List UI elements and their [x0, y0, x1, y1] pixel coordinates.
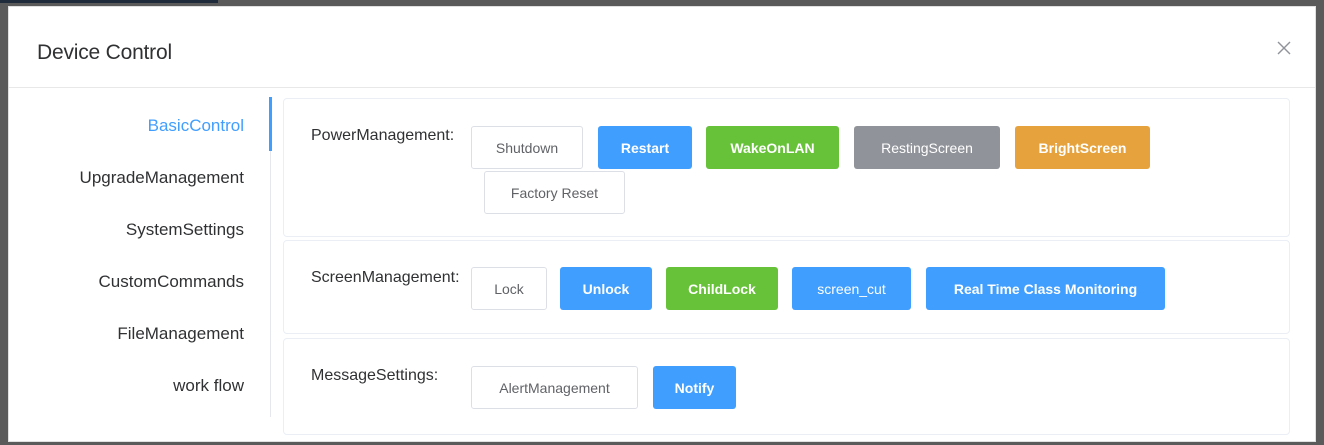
- power-management-label: PowerManagement:: [311, 127, 455, 144]
- bright-screen-button[interactable]: BrightScreen: [1015, 126, 1150, 169]
- screen-management-label: ScreenManagement:: [311, 269, 460, 286]
- shutdown-button[interactable]: Shutdown: [471, 126, 583, 169]
- background-strip: [0, 0, 218, 3]
- close-icon[interactable]: [1273, 37, 1295, 59]
- factory-reset-button[interactable]: Factory Reset: [484, 171, 625, 214]
- dialog-title: Device Control: [37, 41, 172, 64]
- lock-button[interactable]: Lock: [471, 267, 547, 310]
- sidebar-item-custom-commands[interactable]: CustomCommands: [99, 272, 245, 292]
- sidebar-divider: [270, 151, 271, 417]
- child-lock-button[interactable]: ChildLock: [666, 267, 778, 310]
- message-settings-label: MessageSettings:: [311, 367, 439, 384]
- wake-on-lan-button[interactable]: WakeOnLAN: [706, 126, 839, 169]
- sidebar-item-file-management[interactable]: FileManagement: [117, 324, 244, 344]
- sidebar-active-indicator: [269, 97, 272, 151]
- sidebar-nav: BasicControl UpgradeManagement SystemSet…: [9, 88, 271, 441]
- dialog-header: Device Control: [9, 7, 1315, 88]
- power-management-card: PowerManagement: Shutdown Restart WakeOn…: [283, 98, 1290, 237]
- alert-management-button[interactable]: AlertManagement: [471, 366, 638, 409]
- sidebar-item-basic-control[interactable]: BasicControl: [148, 116, 244, 136]
- sidebar-item-upgrade-management[interactable]: UpgradeManagement: [80, 168, 244, 188]
- sidebar-item-system-settings[interactable]: SystemSettings: [126, 220, 244, 240]
- unlock-button[interactable]: Unlock: [560, 267, 652, 310]
- sidebar-item-work-flow[interactable]: work flow: [173, 376, 244, 396]
- restart-button[interactable]: Restart: [598, 126, 692, 169]
- screen-cut-button[interactable]: screen_cut: [792, 267, 911, 310]
- notify-button[interactable]: Notify: [653, 366, 736, 409]
- message-settings-card: MessageSettings: AlertManagement Notify: [283, 338, 1290, 435]
- device-control-dialog: Device Control BasicControl UpgradeManag…: [8, 6, 1316, 442]
- real-time-class-monitoring-button[interactable]: Real Time Class Monitoring: [926, 267, 1165, 310]
- resting-screen-button[interactable]: RestingScreen: [854, 126, 1000, 169]
- screen-management-card: ScreenManagement: Lock Unlock ChildLock …: [283, 240, 1290, 334]
